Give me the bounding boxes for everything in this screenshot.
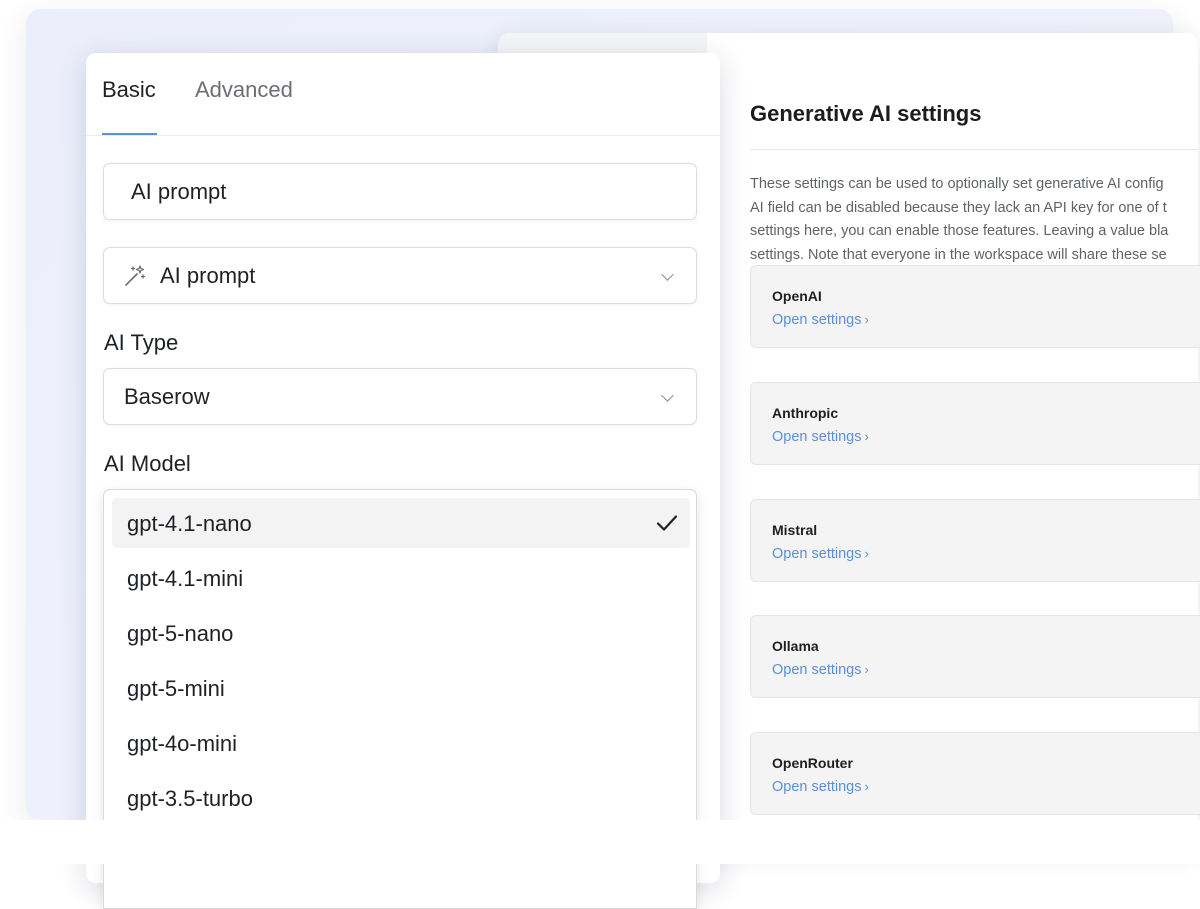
- description-line: AI field can be disabled because they la…: [750, 199, 1167, 216]
- ai-model-label: AI Model: [104, 451, 191, 476]
- provider-name: Mistral: [772, 522, 818, 538]
- chevron-right-icon: ›: [864, 662, 869, 677]
- chevron-right-icon: ›: [864, 429, 869, 444]
- ai-model-option[interactable]: gpt-3.5-turbo: [112, 773, 690, 823]
- open-settings-link[interactable]: Open settings ›: [772, 429, 869, 445]
- ai-model-option[interactable]: gpt-4.1-mini: [112, 553, 690, 603]
- description-line: settings. Note that everyone in the work…: [750, 246, 1167, 263]
- ai-type-select[interactable]: Baserow: [103, 368, 697, 425]
- provider-name: OpenAI: [772, 288, 822, 304]
- provider-card-mistral: Mistral Open settings ›: [750, 499, 1200, 582]
- provider-card-anthropic: Anthropic Open settings ›: [750, 382, 1200, 465]
- open-settings-link[interactable]: Open settings ›: [772, 546, 869, 562]
- ai-model-option[interactable]: gpt-5-mini: [112, 663, 690, 713]
- open-settings-link[interactable]: Open settings ›: [772, 312, 869, 328]
- provider-card-ollama: Ollama Open settings ›: [750, 615, 1200, 698]
- ai-model-option[interactable]: gpt-5-nano: [112, 608, 690, 658]
- field-name-input[interactable]: AI prompt: [103, 163, 697, 220]
- field-name-value: AI prompt: [131, 179, 227, 204]
- provider-name: Ollama: [772, 638, 819, 654]
- ai-model-option[interactable]: gpt-4.1-nano: [112, 498, 690, 548]
- bottom-margin: [0, 820, 1200, 864]
- chevron-right-icon: ›: [864, 312, 869, 327]
- description-line: settings here, you can enable those feat…: [750, 223, 1169, 239]
- field-type-select[interactable]: AI prompt: [103, 247, 697, 304]
- settings-title: Generative AI settings: [750, 101, 982, 126]
- open-settings-link[interactable]: Open settings ›: [772, 662, 869, 678]
- ai-type-label: AI Type: [104, 330, 179, 355]
- description-line: These settings can be used to optionally…: [750, 176, 1164, 192]
- chevron-right-icon: ›: [864, 779, 869, 794]
- magic-wand-icon: [125, 265, 146, 286]
- tab-basic[interactable]: Basic: [102, 77, 156, 103]
- field-edit-card: Basic Advanced AI prompt AI prompt AI Ty…: [86, 53, 720, 909]
- chevron-right-icon: ›: [864, 546, 869, 561]
- provider-card-openai: OpenAI Open settings ›: [750, 265, 1200, 348]
- chevron-down-icon: [661, 268, 674, 281]
- ai-type-value: Baserow: [124, 384, 210, 409]
- field-type-value: AI prompt: [160, 263, 256, 288]
- provider-name: OpenRouter: [772, 755, 853, 771]
- open-settings-link[interactable]: Open settings ›: [772, 779, 869, 795]
- chevron-down-icon: [661, 389, 674, 402]
- provider-name: Anthropic: [772, 405, 839, 421]
- tab-advanced[interactable]: Advanced: [195, 77, 293, 103]
- tab-bar: Basic Advanced: [86, 53, 720, 136]
- active-tab-indicator: [102, 133, 157, 135]
- title-divider: [750, 149, 1198, 150]
- checkmark-icon: [656, 515, 678, 531]
- provider-card-openrouter: OpenRouter Open settings ›: [750, 732, 1200, 815]
- settings-description: These settings can be used to optionally…: [750, 173, 1200, 267]
- ai-model-option[interactable]: gpt-4o-mini: [112, 718, 690, 768]
